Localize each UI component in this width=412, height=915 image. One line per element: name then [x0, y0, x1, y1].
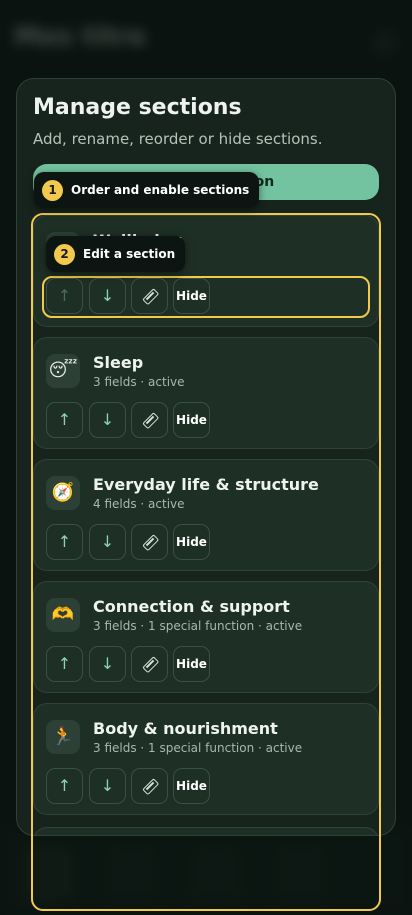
panel-title: Manage sections: [33, 95, 242, 120]
tutorial-highlight-controls: [42, 276, 370, 318]
tip-text: Order and enable sections: [71, 183, 250, 197]
tutorial-tip-1: 1 Order and enable sections: [34, 172, 260, 208]
tip-text: Edit a section: [83, 247, 176, 261]
tip-step-number: 2: [54, 243, 75, 265]
tip-step-number: 1: [42, 179, 63, 201]
panel-subtitle: Add, rename, reorder or hide sections.: [33, 130, 323, 148]
tutorial-tip-2: 2 Edit a section: [46, 236, 186, 272]
